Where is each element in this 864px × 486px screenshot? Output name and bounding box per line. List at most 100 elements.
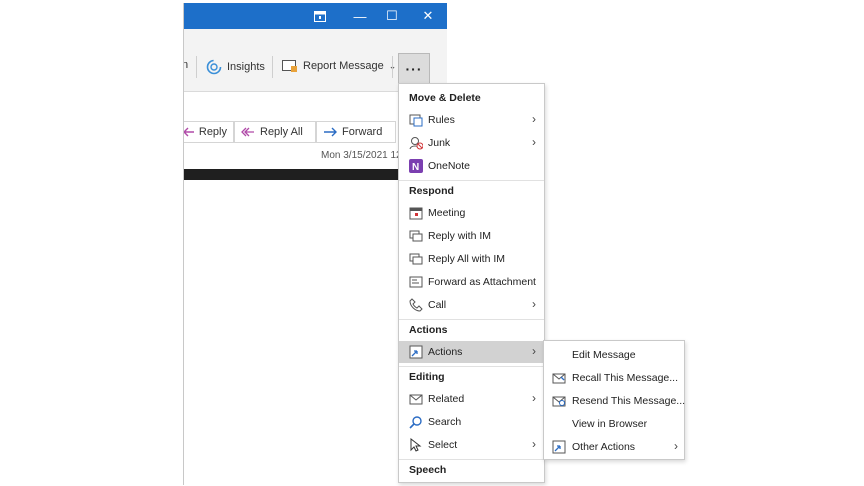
menu-divider — [399, 459, 544, 460]
related-icon — [409, 394, 423, 405]
section-move-delete: Move & Delete — [409, 92, 481, 104]
search-icon — [409, 416, 422, 429]
more-commands-button[interactable]: ··· — [398, 53, 430, 85]
reply-im-label: Reply with IM — [428, 230, 492, 242]
actions-label: Actions — [428, 346, 463, 358]
message-date: Mon 3/15/2021 12 — [321, 150, 402, 161]
view-browser-label: View in Browser — [572, 418, 648, 430]
submenu-item-edit-message[interactable]: Edit Message — [544, 344, 684, 366]
menu-item-related[interactable]: Related › — [399, 388, 544, 410]
reply-all-button[interactable]: Reply All — [234, 121, 316, 143]
menu-item-forward-as-attachment[interactable]: Forward as Attachment — [399, 271, 544, 293]
forward-label: Forward — [342, 126, 383, 138]
search-label: Search — [428, 416, 462, 428]
ribbon-partial-button[interactable]: n — [184, 59, 188, 71]
report-message-button[interactable]: Report Message ⌄ — [282, 59, 396, 73]
title-bar: — ☐ ✕ — [184, 3, 447, 29]
forward-icon — [324, 127, 337, 137]
actions-icon — [409, 345, 423, 359]
forward-button[interactable]: Forward — [316, 121, 396, 143]
svg-text:N: N — [412, 162, 419, 173]
menu-divider — [399, 180, 544, 181]
menu-item-search[interactable]: Search — [399, 411, 544, 433]
resend-label: Resend This Message... — [572, 395, 686, 407]
menu-item-reply-with-im[interactable]: Reply with IM — [399, 225, 544, 247]
select-label: Select — [428, 439, 458, 451]
call-label: Call — [428, 299, 447, 311]
menu-item-meeting[interactable]: Meeting — [399, 202, 544, 224]
reply-all-icon — [241, 127, 254, 137]
chevron-right-icon: › — [532, 135, 536, 149]
reply-all-im-label: Reply All with IM — [428, 253, 506, 265]
close-button[interactable]: ✕ — [412, 3, 444, 29]
edit-message-label: Edit Message — [572, 349, 636, 361]
chevron-right-icon: › — [532, 391, 536, 405]
section-speech: Speech — [409, 464, 447, 476]
forward-attachment-label: Forward as Attachment — [428, 276, 536, 288]
menu-divider — [399, 366, 544, 367]
section-actions: Actions — [409, 324, 448, 336]
reply-all-im-icon — [409, 253, 423, 265]
ribbon-divider — [272, 56, 273, 78]
insights-icon — [206, 59, 222, 75]
window-mode-icon — [314, 10, 326, 22]
ribbon-divider — [196, 56, 197, 78]
actions-submenu: Edit Message Recall This Message... Rese… — [543, 340, 685, 460]
chevron-right-icon: › — [532, 112, 536, 126]
report-message-label: Report Message — [303, 60, 384, 72]
junk-icon — [409, 137, 423, 150]
submenu-item-other-actions[interactable]: Other Actions › — [544, 436, 684, 458]
maximize-button[interactable]: ☐ — [376, 3, 408, 29]
rules-icon — [409, 114, 423, 127]
submenu-item-view-in-browser[interactable]: View in Browser — [544, 413, 684, 435]
reply-button[interactable]: Reply — [184, 121, 234, 143]
reply-im-icon — [409, 230, 423, 242]
submenu-item-recall[interactable]: Recall This Message... — [544, 367, 684, 389]
section-editing: Editing — [409, 371, 445, 383]
more-icon: ··· — [405, 61, 423, 77]
menu-item-actions[interactable]: Actions › — [399, 341, 544, 363]
recall-label: Recall This Message... — [572, 372, 679, 384]
menu-item-call[interactable]: Call › — [399, 294, 544, 316]
reply-all-label: Reply All — [260, 126, 303, 138]
menu-item-rules[interactable]: Rules › — [399, 109, 544, 131]
other-actions-icon — [552, 440, 566, 454]
maximize-icon: ☐ — [386, 8, 398, 23]
minimize-button[interactable]: — — [344, 3, 376, 29]
menu-item-junk[interactable]: Junk › — [399, 132, 544, 154]
ribbon-divider — [392, 56, 393, 78]
menu-item-select[interactable]: Select › — [399, 434, 544, 456]
more-commands-menu: Move & Delete Rules › Junk › N OneNote R… — [398, 83, 545, 483]
meeting-icon — [409, 207, 423, 220]
junk-label: Junk — [428, 137, 451, 149]
window-mode-button[interactable] — [304, 3, 336, 29]
phone-icon — [409, 298, 423, 312]
insights-label: Insights — [227, 61, 265, 73]
meeting-label: Meeting — [428, 207, 466, 219]
chevron-right-icon: › — [674, 439, 678, 453]
ribbon-partial-label: n — [184, 59, 188, 71]
resend-icon — [552, 396, 566, 407]
menu-divider — [399, 319, 544, 320]
chevron-right-icon: › — [532, 437, 536, 451]
recall-icon — [552, 373, 566, 384]
forward-attachment-icon — [409, 276, 423, 288]
onenote-icon: N — [409, 159, 423, 173]
other-actions-label: Other Actions — [572, 441, 636, 453]
submenu-item-resend[interactable]: Resend This Message... — [544, 390, 686, 412]
cursor-icon — [410, 438, 422, 452]
reply-label: Reply — [198, 126, 227, 138]
menu-item-onenote[interactable]: N OneNote — [399, 155, 544, 177]
report-message-icon — [282, 60, 297, 72]
menu-item-reply-all-with-im[interactable]: Reply All with IM — [399, 248, 544, 270]
close-icon: ✕ — [422, 8, 434, 23]
section-respond: Respond — [409, 185, 454, 197]
chevron-right-icon: › — [532, 344, 536, 358]
minimize-icon: — — [353, 8, 367, 24]
reply-icon — [184, 127, 194, 137]
related-label: Related — [428, 393, 465, 405]
insights-button[interactable]: Insights — [206, 59, 265, 75]
rules-label: Rules — [428, 114, 455, 126]
onenote-label: OneNote — [428, 160, 471, 172]
chevron-right-icon: › — [532, 297, 536, 311]
